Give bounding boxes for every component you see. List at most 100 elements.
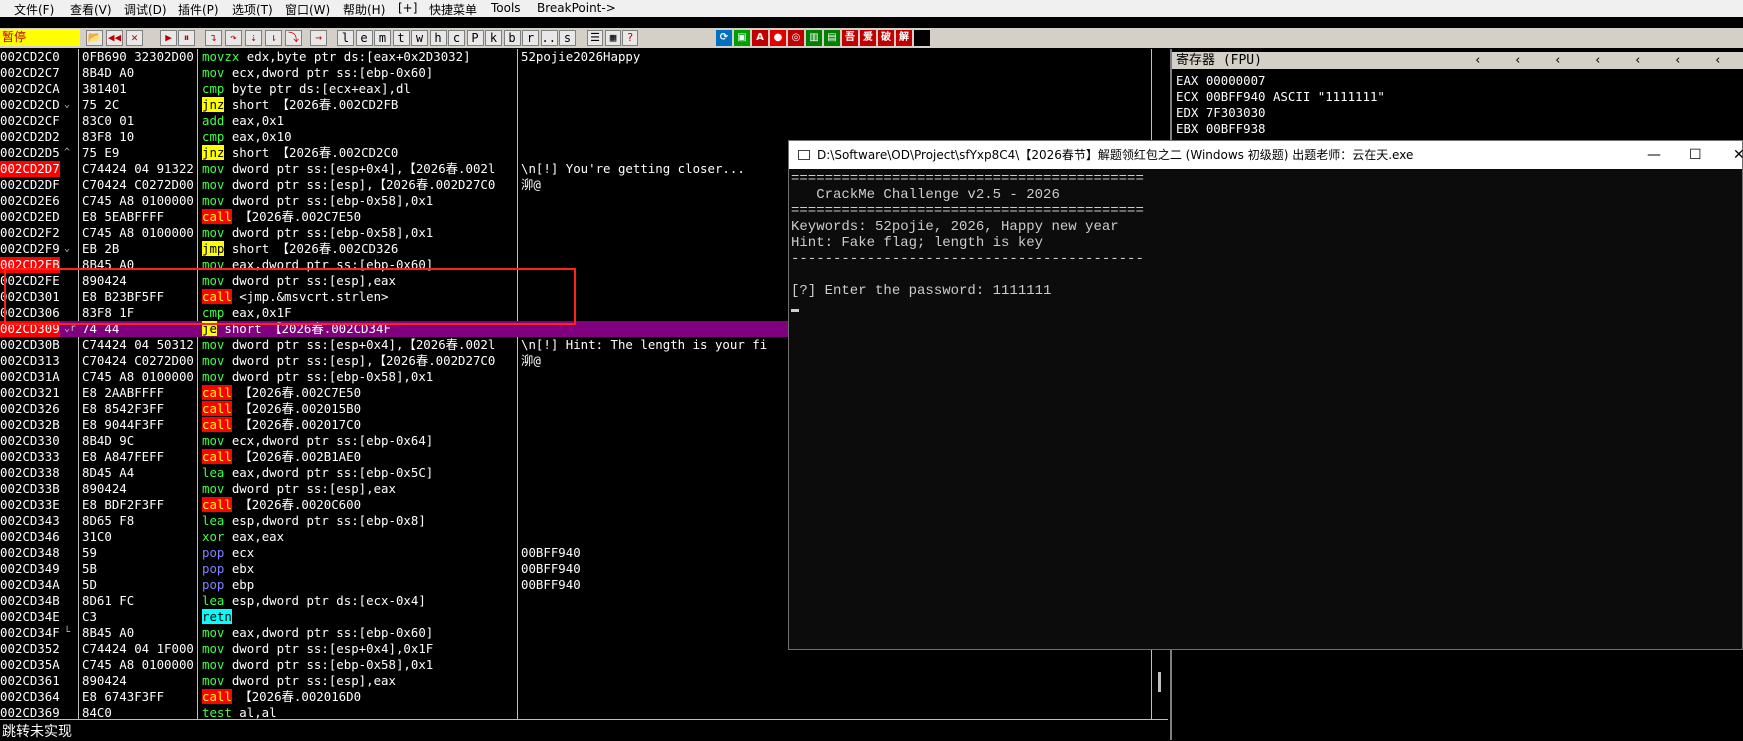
step-over-icon[interactable]: ↷ xyxy=(225,30,242,46)
help-icon[interactable]: ? xyxy=(622,30,638,46)
toolbar-button-r[interactable]: r xyxy=(522,30,539,46)
chart-icon[interactable]: ▥ xyxy=(806,30,822,46)
menu-item[interactable]: 快捷菜单 xyxy=(429,1,477,18)
rewind-icon[interactable]: ◀◀ xyxy=(106,30,123,46)
comment: \n[!] You're getting closer... xyxy=(521,161,745,176)
toolbar-button-b[interactable]: b xyxy=(503,30,521,46)
menu-item[interactable]: 窗口(W) xyxy=(285,1,330,18)
toolbar-button-l[interactable]: l xyxy=(337,30,354,46)
register-line[interactable]: ECX 00BFF940 ASCII "1111111" xyxy=(1176,89,1385,104)
menu-item[interactable]: 选项(T) xyxy=(232,1,273,18)
chevron-left-icon[interactable]: ‹ xyxy=(1514,52,1522,69)
chevron-left-icon[interactable]: ‹ xyxy=(1474,52,1482,69)
mnemonic: mov xyxy=(202,177,225,192)
instruction: call 【2026春.002015B0 xyxy=(202,401,361,417)
mnemonic: call xyxy=(202,209,232,224)
chevron-left-icon[interactable]: ‹ xyxy=(1714,52,1722,69)
toolbar-button-s[interactable]: s xyxy=(559,30,576,46)
address: 002CD31A xyxy=(0,369,60,384)
open-icon[interactable]: 📂 xyxy=(86,30,103,46)
instruction: cmp byte ptr ds:[ecx+eax],dl xyxy=(202,81,411,97)
target-icon[interactable]: ◎ xyxy=(788,30,804,46)
menu-item[interactable]: 帮助(H) xyxy=(343,1,385,18)
char-jie-icon[interactable]: 解 xyxy=(896,30,912,46)
address: 002CD349 xyxy=(0,561,60,576)
disasm-row[interactable]: 002CD2C0 0FB690 32302D00 movzx edx,byte pt… xyxy=(0,49,1152,65)
hex-bytes: 8B4D A0 xyxy=(82,65,135,80)
console-output[interactable]: ========================================… xyxy=(789,169,1742,651)
disasm-row[interactable]: 002CD361 890424 mov dword ptr ss:[esp],eax xyxy=(0,673,1152,689)
disasm-row[interactable]: 002CD364 E8 6743F3FF call 【2026春.002016D0 xyxy=(0,689,1152,705)
grid-icon[interactable]: ▦ xyxy=(605,30,621,46)
menu-item[interactable]: 查看(V) xyxy=(70,1,112,18)
console-titlebar[interactable]: D:\Software\OD\Project\sfYxp8C4\【2026春节】… xyxy=(789,141,1743,169)
register-line[interactable]: EAX 00000007 xyxy=(1176,73,1266,88)
window-icon[interactable]: ▤ xyxy=(824,30,840,46)
trace-over-icon[interactable]: ⇂ xyxy=(265,30,282,46)
console-title: D:\Software\OD\Project\sfYxp8C4\【2026春节】… xyxy=(817,148,1414,162)
char-po-icon[interactable]: 破 xyxy=(878,30,894,46)
chevron-left-icon[interactable]: ‹ xyxy=(1674,52,1682,69)
instruction: mov dword ptr ss:[esp+0x4],【2026春.002l xyxy=(202,161,495,177)
disasm-row[interactable]: 002CD369 84C0 test al,al xyxy=(0,705,1152,719)
list-icon[interactable]: ☰ xyxy=(587,30,603,46)
hex-bytes: C70424 C0272D00 xyxy=(82,353,194,368)
operands: ebp xyxy=(224,577,255,592)
close-button[interactable]: ✕ xyxy=(1733,141,1743,169)
operands: byte ptr ds:[ecx+eax],dl xyxy=(224,81,411,96)
scrollbar-thumb[interactable] xyxy=(1158,672,1161,692)
registers-header[interactable]: 寄存器 (FPU) ‹ ‹ ‹ ‹ ‹ ‹ ‹ xyxy=(1172,52,1743,69)
disasm-row[interactable]: 002CD2CD ⌄ 75 2C jnz short 【2026春.002CD2FB xyxy=(0,97,1152,113)
chevron-left-icon[interactable]: ‹ xyxy=(1554,52,1562,69)
toolbar-button-t[interactable]: t xyxy=(392,30,410,46)
plugin-icon[interactable]: ▣ xyxy=(734,30,750,46)
toolbar-button-more[interactable]: ... xyxy=(540,30,563,46)
maximize-button[interactable]: ☐ xyxy=(1689,141,1702,169)
letter-a-icon[interactable]: A xyxy=(752,30,768,46)
console-window[interactable]: D:\Software\OD\Project\sfYxp8C4\【2026春节】… xyxy=(788,140,1743,650)
toolbar-button-w[interactable]: w xyxy=(411,30,428,46)
menu-item[interactable]: Tools xyxy=(491,1,521,15)
toolbar-button-P[interactable]: P xyxy=(466,30,484,46)
hex-bytes: 0FB690 32302D00 xyxy=(82,49,194,64)
step-into-icon[interactable]: ↴ xyxy=(205,30,222,46)
black-box-icon[interactable] xyxy=(914,30,930,46)
menu-item[interactable]: 插件(P) xyxy=(178,1,219,18)
console-line: ========================================… xyxy=(791,171,1144,187)
menu-item[interactable]: BreakPoint-> xyxy=(537,1,616,15)
char-wu-icon[interactable]: 吾 xyxy=(842,30,858,46)
mnemonic: jmp xyxy=(202,241,225,256)
hex-bytes: 84C0 xyxy=(82,705,112,719)
close-icon[interactable]: ✕ xyxy=(126,30,143,46)
refresh-icon[interactable]: ⟳ xyxy=(716,30,732,46)
register-line[interactable]: EBX 00BFF938 xyxy=(1176,121,1266,136)
disasm-row[interactable]: 002CD2CA 381401 cmp byte ptr ds:[ecx+eax],… xyxy=(0,81,1152,97)
minimize-button[interactable]: — xyxy=(1647,141,1661,169)
toolbar-button-e[interactable]: e xyxy=(355,30,373,46)
trace-into-icon[interactable]: ⇣ xyxy=(245,30,262,46)
instruction: mov dword ptr ss:[esp],【2026春.002D27C0 xyxy=(202,353,495,369)
register-line[interactable]: EDX 7F303030 xyxy=(1176,105,1266,120)
highlight-box xyxy=(4,268,576,325)
go-to-icon[interactable]: → xyxy=(310,30,327,46)
pause-icon[interactable]: ⏸ xyxy=(178,30,195,46)
disasm-row[interactable]: 002CD2CF 83C0 01 add eax,0x1 xyxy=(0,113,1152,129)
disasm-row[interactable]: 002CD2C7 8B4D A0 mov ecx,dword ptr ss:[ebp… xyxy=(0,65,1152,81)
toolbar-button-c[interactable]: c xyxy=(448,30,465,46)
execute-till-return-icon[interactable]: ⤵ xyxy=(285,30,302,46)
chevron-left-icon[interactable]: ‹ xyxy=(1594,52,1602,69)
record-icon[interactable]: ● xyxy=(770,30,786,46)
chevron-left-icon[interactable]: ‹ xyxy=(1634,52,1642,69)
play-icon[interactable]: ▶ xyxy=(160,30,177,46)
toolbar-button-m[interactable]: m xyxy=(374,30,391,46)
toolbar-button-k[interactable]: k xyxy=(485,30,502,46)
operands: dword ptr ss:[esp],eax xyxy=(224,673,396,688)
char-ai-icon[interactable]: 爱 xyxy=(860,30,876,46)
menu-item[interactable]: 文件(F) xyxy=(14,1,54,18)
toolbar-button-h[interactable]: h xyxy=(429,30,447,46)
menu-item[interactable]: [+] xyxy=(398,1,417,15)
instruction: mov ecx,dword ptr ss:[ebp-0x64] xyxy=(202,433,433,449)
instruction: jmp short 【2026春.002CD326 xyxy=(202,241,398,257)
menu-item[interactable]: 调试(D) xyxy=(124,1,167,18)
disasm-row[interactable]: 002CD35A C745 A8 0100000 mov dword ptr ss:… xyxy=(0,657,1152,673)
